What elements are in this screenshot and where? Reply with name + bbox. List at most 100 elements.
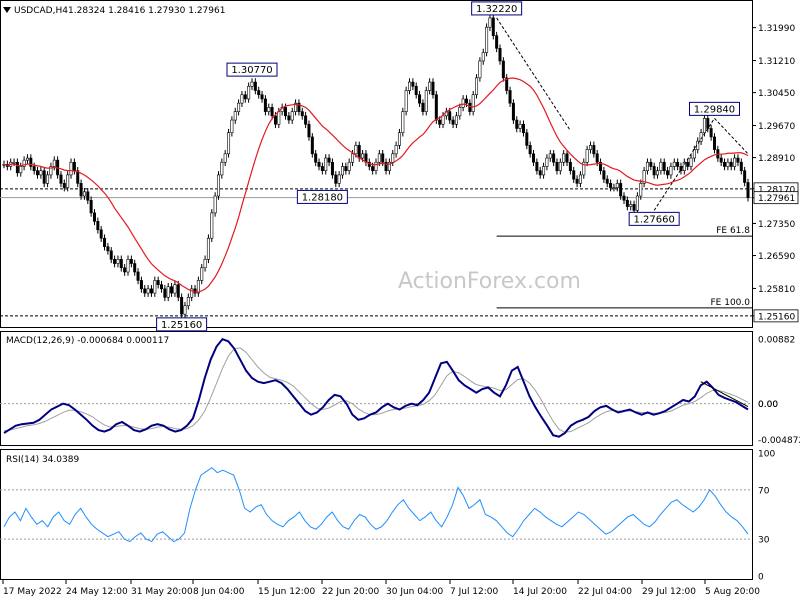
candle-body [448,111,452,121]
candle-body [277,111,281,125]
macd-indicator [0,337,752,438]
candle-body [89,199,93,214]
candle-body [498,48,502,62]
candle-body [538,170,542,176]
candle-body [619,183,623,197]
price-tick-label: 1.28910 [758,154,795,164]
candle-body [709,128,713,138]
candle-body [592,145,596,155]
candle-body [659,161,663,171]
candle-body [458,107,462,117]
candle-body [676,161,680,167]
candle-body [535,161,539,171]
candle-body [414,85,418,96]
macd-panel-border [0,331,753,446]
candle-body [29,157,33,167]
candle-body [173,284,177,294]
candle-body [635,195,639,211]
candle-body [454,115,458,125]
candle-body [377,153,381,163]
candle-body [273,115,277,125]
candle-body [468,102,472,112]
candle-body [555,161,559,171]
candle-body [374,161,378,171]
candle-body [371,166,375,171]
candle-body [116,259,120,264]
candle-body [216,174,220,197]
macd-tick-label: 0.00882 [758,335,795,345]
candle-body [314,153,318,163]
candle-body [521,123,525,134]
rsi-line [3,467,749,543]
candle-body [424,90,428,112]
price-tick-label: 1.29670 [758,122,795,132]
candle-body [320,166,324,171]
time-tick-label: 15 Jun 12:00 [258,587,315,597]
candle-body [639,183,643,197]
macd-label: MACD(12,26,9) -0.000684 0.000117 [6,336,169,346]
candle-body [230,119,234,134]
candle-body [153,280,157,294]
candle-body [471,94,475,112]
candle-body [103,237,107,247]
candle-body [595,153,599,163]
candle-body [324,157,328,171]
price-tick-label: 1.27350 [758,220,795,230]
candle-body [739,161,743,171]
candle-body [267,107,271,112]
candle-body [491,17,495,36]
candle-body [743,170,747,183]
candle-body [485,26,489,53]
candle-body [79,183,83,197]
candle-body [528,145,532,155]
candle-body [602,170,606,180]
candle-body [300,111,304,117]
candle-body [434,94,438,121]
candle-body [723,161,727,167]
candle-body [525,132,529,146]
main-reference-lines [0,188,752,317]
candle-body [418,94,422,104]
ohlc-label: 1.28324 1.28416 1.27930 1.27961 [68,6,225,16]
candle-body [686,161,690,167]
candle-body [180,297,184,315]
time-tick-label: 24 May 12:00 [66,587,128,597]
trend-line [496,17,571,131]
candle-body [206,237,210,260]
candle-body [669,166,673,176]
price-tick-label: 1.31990 [758,24,795,34]
macd-axis: 0.008820.000.00-0.004872 [758,335,800,445]
candle-body [421,102,425,112]
time-tick-label: 22 Jul 04:00 [578,587,632,597]
time-tick-label: 31 May 20:00 [131,587,193,597]
trend-line [714,118,749,155]
candle-body [92,212,96,222]
price-label-text: 1.29840 [694,104,735,115]
candle-body [609,183,613,188]
price-tick-label: 1.31210 [758,57,795,67]
candle-body [263,98,267,112]
candle-body [719,157,723,163]
candle-body [649,161,653,167]
candle-body [166,286,170,298]
candle-body [461,98,465,108]
candle-body [223,153,227,163]
candle-body [123,267,127,273]
candle-body [652,166,656,176]
candle-body [253,81,257,91]
candle-body [565,153,569,163]
candle-body [548,153,552,159]
candle-body [310,136,314,155]
candle-body [327,157,331,163]
candle-body [247,85,251,100]
watermark: ActionForex.com [398,269,581,294]
candle-body [233,111,237,121]
candle-body [250,81,254,87]
candle-body [746,182,750,199]
candle-body [39,170,43,176]
candle-body [109,250,113,260]
candle-body [290,111,294,121]
price-tick-label: 1.25810 [758,285,795,295]
candle-body [428,81,432,91]
candle-body [478,60,482,79]
